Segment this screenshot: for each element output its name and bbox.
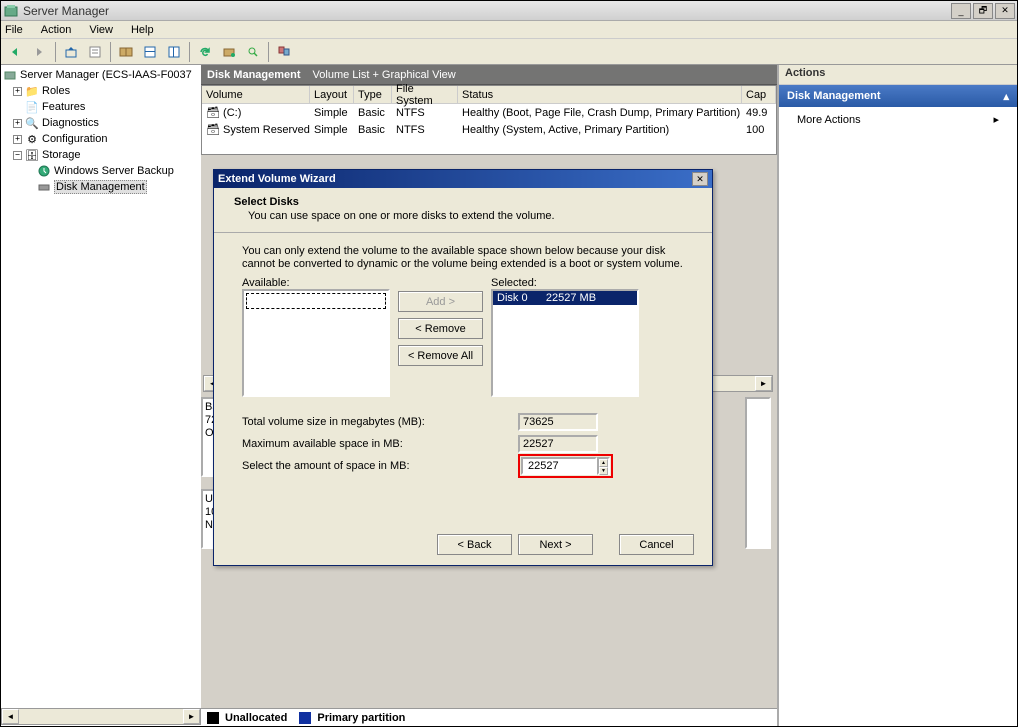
- extend-volume-wizard: Extend Volume Wizard ✕ Select Disks You …: [213, 169, 713, 566]
- restore-button[interactable]: 🗗: [973, 3, 993, 19]
- config-icon: ⚙: [25, 132, 39, 146]
- scroll-right-icon[interactable]: ►: [755, 376, 772, 391]
- chevron-right-icon: ▸: [993, 113, 999, 126]
- tree-roles[interactable]: +📁Roles: [3, 83, 197, 99]
- volume-grid[interactable]: Volume Layout Type File System Status Ca…: [201, 85, 777, 155]
- collapse-icon[interactable]: ▴: [1003, 90, 1009, 103]
- minimize-button[interactable]: _: [951, 3, 971, 19]
- backup-icon: [37, 164, 51, 178]
- spin-down-icon[interactable]: ▼: [599, 467, 608, 475]
- scroll-right-icon[interactable]: ►: [183, 709, 200, 724]
- wizard-close-button[interactable]: ✕: [692, 172, 708, 186]
- drive-icon: 🗃: [206, 124, 223, 136]
- expand-icon[interactable]: +: [13, 119, 22, 128]
- selected-list[interactable]: Disk 0 22527 MB: [491, 289, 639, 397]
- col-fs[interactable]: File System: [392, 86, 458, 103]
- find-button[interactable]: [242, 41, 264, 63]
- amount-highlight: ▲▼: [518, 454, 613, 478]
- actions-head: Actions: [779, 65, 1017, 85]
- app-icon: [3, 3, 19, 19]
- total-label: Total volume size in megabytes (MB):: [242, 416, 518, 428]
- menu-help[interactable]: Help: [131, 24, 154, 36]
- storage-icon: 🗄: [25, 148, 39, 162]
- tree-storage[interactable]: −🗄Storage: [3, 147, 197, 163]
- settings-button[interactable]: [218, 41, 240, 63]
- actions-pane: Actions Disk Management ▴ More Actions ▸: [777, 65, 1017, 726]
- total-value: 73625: [518, 413, 598, 431]
- remove-button[interactable]: < Remove: [398, 318, 483, 339]
- expand-icon[interactable]: +: [13, 135, 22, 144]
- col-layout[interactable]: Layout: [310, 86, 354, 103]
- tb-icon-2[interactable]: [139, 41, 161, 63]
- available-label: Available:: [242, 277, 390, 289]
- col-status[interactable]: Status: [458, 86, 742, 103]
- legend: Unallocated Primary partition: [201, 708, 777, 726]
- center-title: Disk Management Volume List + Graphical …: [201, 65, 777, 85]
- close-button[interactable]: ✕: [995, 3, 1015, 19]
- collapse-icon[interactable]: −: [13, 151, 22, 160]
- available-list[interactable]: [242, 289, 390, 397]
- disk-icon: [37, 180, 51, 194]
- diagnostics-icon: 🔍: [25, 116, 39, 130]
- menu-action[interactable]: Action: [41, 24, 72, 36]
- legend-unallocated-icon: [207, 712, 219, 724]
- toolbar: [1, 39, 1017, 65]
- drive-icon: 🗃: [206, 107, 223, 119]
- remove-all-button[interactable]: < Remove All: [398, 345, 483, 366]
- tb-icon-1[interactable]: [115, 41, 137, 63]
- amount-spinner[interactable]: ▲▼: [597, 457, 610, 475]
- tree-features[interactable]: 📄Features: [3, 99, 197, 115]
- refresh-button[interactable]: [194, 41, 216, 63]
- back-button[interactable]: [5, 41, 27, 63]
- help-button[interactable]: [273, 41, 295, 63]
- tree-root[interactable]: Server Manager (ECS-IAAS-F0037: [3, 67, 197, 83]
- tree-diagnostics[interactable]: +🔍Diagnostics: [3, 115, 197, 131]
- wizard-header: Select Disks You can use space on one or…: [214, 188, 712, 233]
- properties-button[interactable]: [84, 41, 106, 63]
- menu-file[interactable]: File: [5, 24, 23, 36]
- add-button[interactable]: Add >: [398, 291, 483, 312]
- cancel-button[interactable]: Cancel: [619, 534, 694, 555]
- table-row[interactable]: 🗃 (C:) Simple Basic NTFS Healthy (Boot, …: [202, 104, 776, 121]
- selected-label: Selected:: [491, 277, 639, 289]
- menu-view[interactable]: View: [89, 24, 113, 36]
- amount-field[interactable]: [521, 457, 597, 475]
- col-volume[interactable]: Volume: [202, 86, 310, 103]
- features-icon: 📄: [25, 100, 39, 114]
- tree-dm[interactable]: Disk Management: [3, 179, 197, 195]
- tree-configuration[interactable]: +⚙Configuration: [3, 131, 197, 147]
- wizard-titlebar[interactable]: Extend Volume Wizard ✕: [214, 170, 712, 188]
- col-type[interactable]: Type: [354, 86, 392, 103]
- up-button[interactable]: [60, 41, 82, 63]
- amount-input[interactable]: [526, 459, 592, 473]
- back-button[interactable]: < Back: [437, 534, 512, 555]
- disk-panel-right-partial: [745, 397, 771, 549]
- tree-hscrollbar[interactable]: ◄►: [1, 708, 201, 725]
- spin-up-icon[interactable]: ▲: [599, 459, 608, 467]
- legend-primary-icon: [299, 712, 311, 724]
- next-button[interactable]: Next >: [518, 534, 593, 555]
- window-title: Server Manager: [23, 4, 949, 18]
- focus-rect: [246, 293, 386, 309]
- tree-wsb[interactable]: Windows Server Backup: [3, 163, 197, 179]
- actions-more[interactable]: More Actions ▸: [779, 107, 1017, 132]
- max-label: Maximum available space in MB:: [242, 438, 518, 450]
- scroll-left-icon[interactable]: ◄: [2, 709, 19, 724]
- table-row[interactable]: 🗃 System Reserved Simple Basic NTFS Heal…: [202, 121, 776, 138]
- expand-icon[interactable]: +: [13, 87, 22, 96]
- tree-pane: Server Manager (ECS-IAAS-F0037 +📁Roles 📄…: [1, 65, 201, 726]
- max-value: 22527: [518, 435, 598, 453]
- server-icon: [3, 68, 17, 82]
- roles-icon: 📁: [25, 84, 39, 98]
- forward-button[interactable]: [29, 41, 51, 63]
- actions-section[interactable]: Disk Management ▴: [779, 85, 1017, 107]
- menubar: File Action View Help: [1, 21, 1017, 39]
- titlebar: Server Manager _ 🗗 ✕: [1, 1, 1017, 21]
- wizard-message: You can only extend the volume to the av…: [242, 245, 684, 271]
- tb-icon-3[interactable]: [163, 41, 185, 63]
- list-item[interactable]: Disk 0 22527 MB: [493, 291, 637, 305]
- col-cap[interactable]: Cap: [742, 86, 776, 103]
- amount-label: Select the amount of space in MB:: [242, 460, 518, 472]
